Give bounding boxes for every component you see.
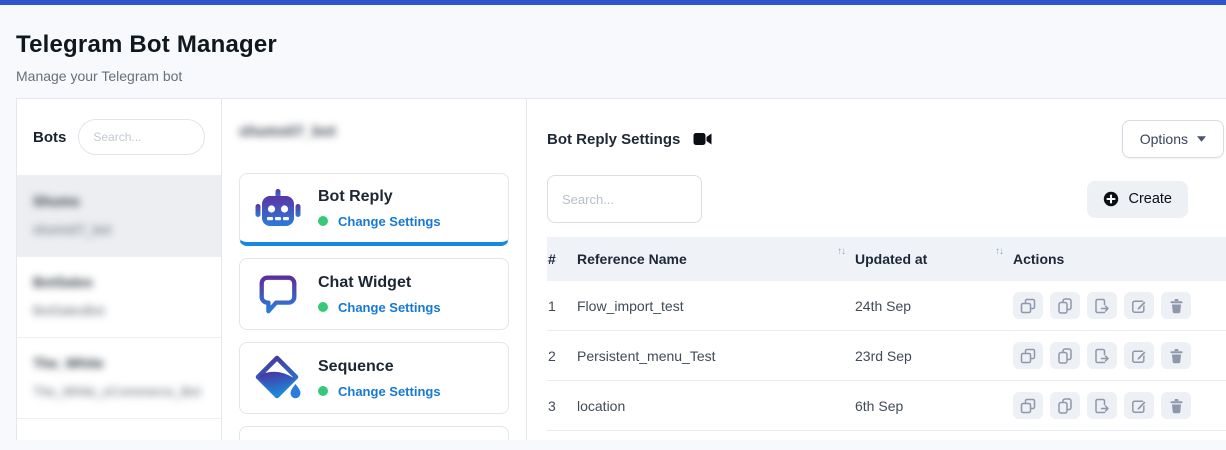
export-icon (1094, 298, 1110, 314)
bots-panel: Bots Shums shums07_bot BotSales BotSales… (17, 99, 222, 440)
delete-button[interactable] (1161, 342, 1191, 369)
clone-button[interactable] (1013, 392, 1043, 419)
delete-button[interactable] (1161, 292, 1191, 319)
column-header-updated-at: Updated at (855, 251, 927, 267)
bot-reply-settings-panel: Bot Reply Settings Options (527, 99, 1226, 440)
robot-icon (254, 184, 302, 232)
chat-widget-icon (254, 270, 302, 318)
options-button-label: Options (1140, 131, 1188, 147)
updated-at: 6th Sep (855, 398, 1013, 414)
reference-name: location (577, 398, 855, 414)
selected-bot-title: shums07_bot (239, 123, 509, 140)
status-dot (318, 386, 328, 396)
export-button[interactable] (1087, 392, 1117, 419)
feature-card-chat-widget[interactable]: Chat Widget Change Settings (239, 258, 509, 330)
bots-panel-header: Bots (17, 99, 221, 175)
page-subtitle: Manage your Telegram bot (16, 68, 1210, 84)
change-settings-link[interactable]: Change Settings (338, 384, 441, 399)
table-row: 3 location 6th Sep (547, 381, 1226, 431)
edit-icon (1131, 398, 1147, 414)
updated-at: 24th Sep (855, 298, 1013, 314)
change-settings-link[interactable]: Change Settings (338, 300, 441, 315)
copy-icon (1057, 298, 1073, 314)
bot-list-item[interactable]: Shums shums07_bot (17, 175, 221, 256)
clone-button[interactable] (1013, 292, 1043, 319)
features-panel: shums07_bot Bot Reply (222, 99, 527, 440)
row-number: 1 (547, 298, 577, 314)
reference-name: Flow_import_test (577, 298, 855, 314)
row-number: 2 (547, 348, 577, 364)
bot-list-item[interactable]: BotSales BotSalesBot (17, 256, 221, 337)
copy-button[interactable] (1050, 392, 1080, 419)
bot-list-item[interactable]: The_White The_White_eCommerce_Bot (17, 337, 221, 418)
feature-card-label: Chat Widget (318, 274, 441, 292)
feature-card-sequence[interactable]: Sequence Change Settings (239, 342, 509, 414)
edit-button[interactable] (1124, 342, 1154, 369)
edit-button[interactable] (1124, 392, 1154, 419)
table-header-row: # Reference Name ↑↓ Updated at ↑↓ Action… (547, 237, 1226, 281)
bot-replies-table: # Reference Name ↑↓ Updated at ↑↓ Action… (547, 237, 1226, 431)
column-header-reference-name: Reference Name (577, 251, 687, 267)
export-icon (1094, 348, 1110, 364)
feature-card-label: Bot Reply (318, 188, 441, 206)
status-dot (318, 302, 328, 312)
column-header-actions: Actions (1013, 251, 1226, 267)
bots-search-input[interactable] (78, 119, 205, 155)
export-button[interactable] (1087, 292, 1117, 319)
table-row: 2 Persistent_menu_Test 23rd Sep (547, 331, 1226, 381)
bot-username: The_White_eCommerce_Bot (33, 384, 205, 399)
bots-panel-title: Bots (33, 129, 66, 146)
reference-search-input[interactable] (547, 175, 702, 223)
page-header: Telegram Bot Manager Manage your Telegra… (0, 5, 1226, 98)
table-row: 1 Flow_import_test 24th Sep (547, 281, 1226, 331)
reference-name: Persistent_menu_Test (577, 348, 855, 364)
video-camera-icon[interactable] (693, 132, 712, 146)
caret-down-icon (1197, 136, 1206, 142)
bot-list-item-partial[interactable] (17, 418, 221, 440)
clone-icon (1020, 398, 1036, 414)
bot-username: BotSalesBot (33, 303, 205, 318)
bot-name: Shums (33, 193, 205, 209)
bot-username: shums07_bot (33, 222, 205, 237)
sort-icon[interactable]: ↑↓ (837, 246, 845, 257)
create-button[interactable]: Create (1087, 181, 1188, 218)
export-icon (1094, 398, 1110, 414)
feature-card-label: Sequence (318, 358, 441, 376)
clone-icon (1020, 348, 1036, 364)
create-button-label: Create (1128, 191, 1172, 207)
clone-icon (1020, 298, 1036, 314)
updated-at: 23rd Sep (855, 348, 1013, 364)
row-number: 3 (547, 398, 577, 414)
status-dot (318, 216, 328, 226)
trash-icon (1169, 348, 1184, 364)
options-button[interactable]: Options (1122, 120, 1224, 158)
settings-title: Bot Reply Settings (547, 131, 680, 148)
trash-icon (1169, 398, 1184, 414)
plus-circle-icon (1103, 191, 1119, 207)
clone-button[interactable] (1013, 342, 1043, 369)
edit-button[interactable] (1124, 292, 1154, 319)
change-settings-link[interactable]: Change Settings (338, 214, 441, 229)
page-title: Telegram Bot Manager (16, 31, 1210, 59)
copy-icon (1057, 348, 1073, 364)
copy-icon (1057, 398, 1073, 414)
main-content: Bots Shums shums07_bot BotSales BotSales… (16, 98, 1226, 440)
bot-name: BotSales (33, 274, 205, 290)
feature-card-bot-reply[interactable]: Bot Reply Change Settings (239, 173, 509, 246)
delete-button[interactable] (1161, 392, 1191, 419)
column-header-number: # (547, 251, 577, 267)
bot-name: The_White (33, 355, 205, 371)
copy-button[interactable] (1050, 292, 1080, 319)
edit-icon (1131, 348, 1147, 364)
edit-icon (1131, 298, 1147, 314)
paint-bucket-icon (254, 354, 302, 402)
copy-button[interactable] (1050, 342, 1080, 369)
export-button[interactable] (1087, 342, 1117, 369)
feature-card-partial[interactable] (239, 426, 509, 440)
sort-icon[interactable]: ↑↓ (995, 246, 1003, 257)
trash-icon (1169, 298, 1184, 314)
